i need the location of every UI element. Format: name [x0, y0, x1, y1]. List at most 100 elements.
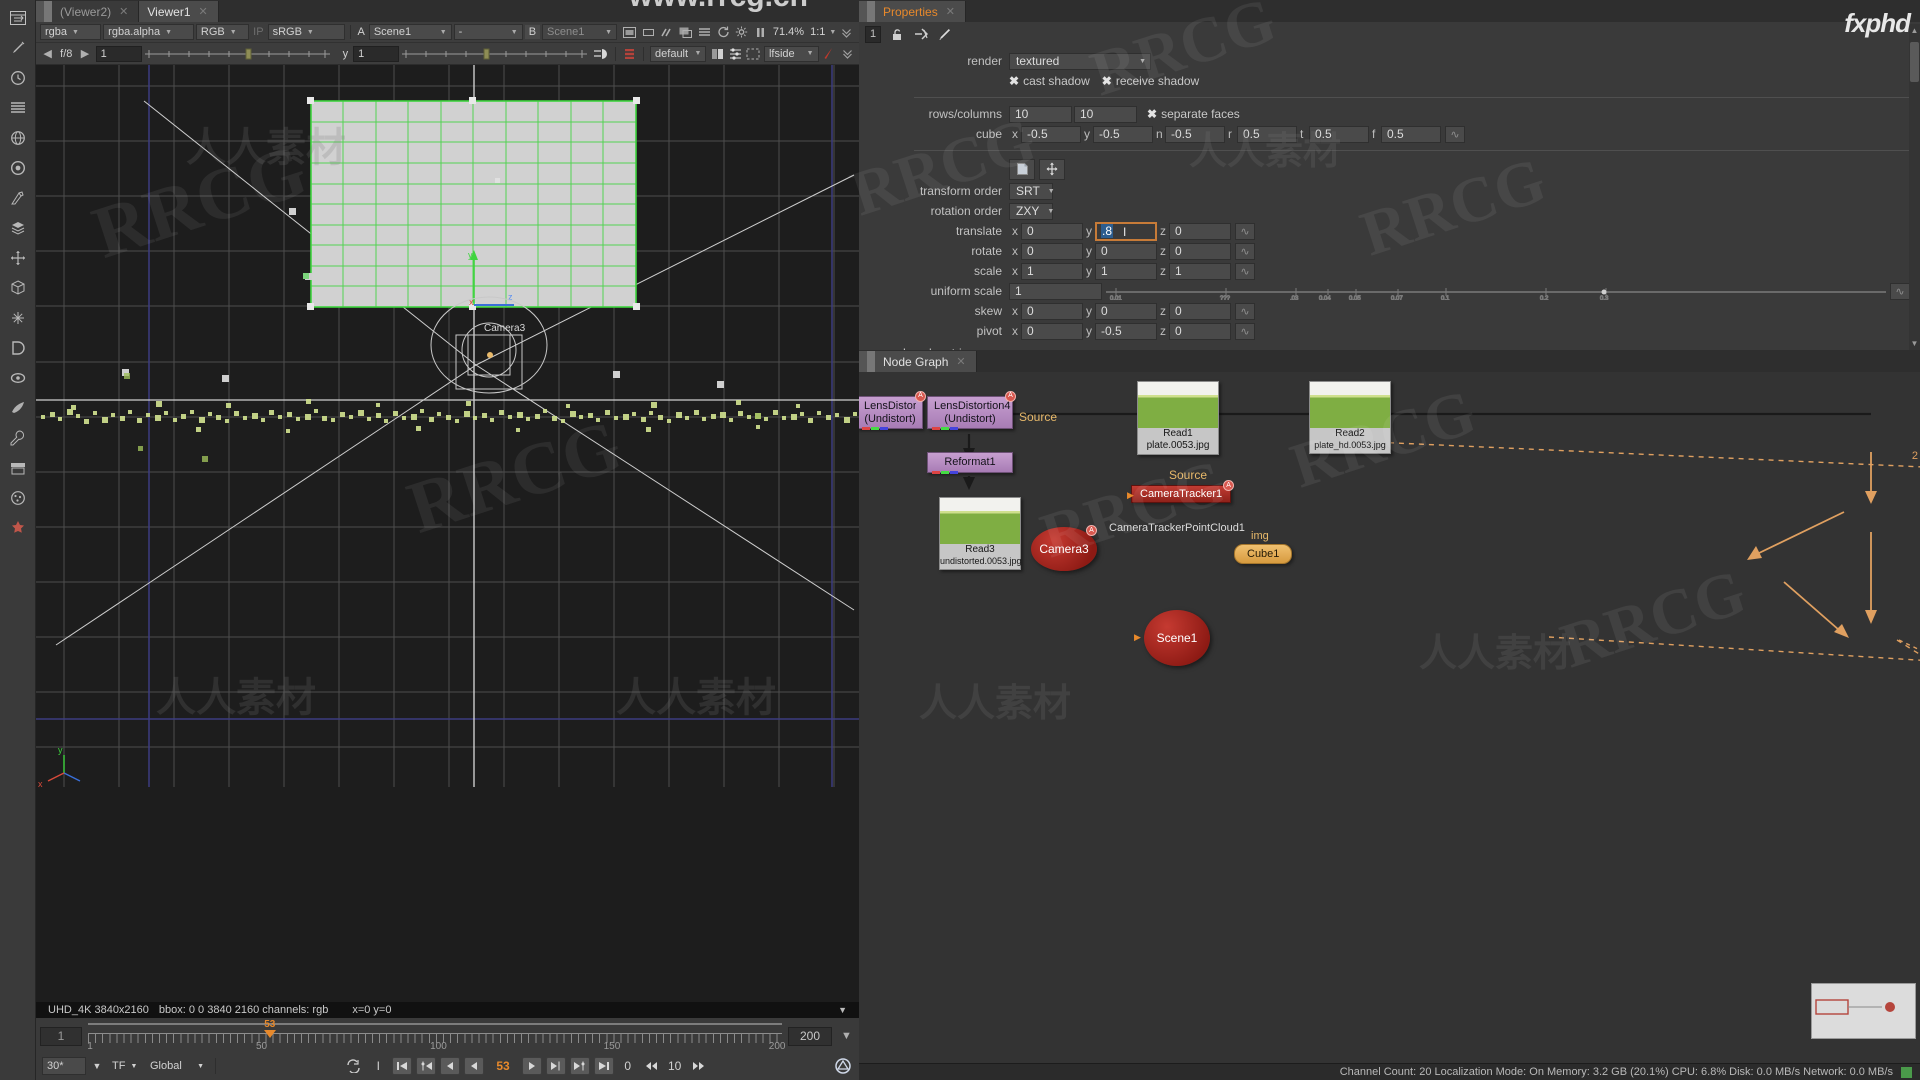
- step-back-button[interactable]: [642, 1057, 662, 1075]
- tab-viewer1[interactable]: Viewer1 ✕: [139, 1, 219, 22]
- particles-icon[interactable]: [4, 486, 32, 510]
- gain-next-icon[interactable]: ▶: [77, 46, 92, 62]
- sliders-icon[interactable]: [728, 46, 743, 62]
- cube-icon[interactable]: [4, 276, 32, 300]
- node-cameratracker1[interactable]: ▶ CameraTracker1 A: [1127, 480, 1235, 503]
- timecode-mode-select[interactable]: TF ▼: [108, 1057, 142, 1075]
- skew-y-input[interactable]: 0: [1095, 302, 1157, 320]
- skew-x-input[interactable]: 0: [1021, 302, 1083, 320]
- step-forward-button[interactable]: [688, 1057, 708, 1075]
- node-cameratracker1-box[interactable]: ▶ CameraTracker1 A: [1127, 480, 1235, 503]
- scroll-up-icon[interactable]: ▲: [1910, 26, 1919, 35]
- pivot-z-input[interactable]: 0: [1169, 322, 1231, 340]
- panel-grip-icon[interactable]: [36, 1, 52, 22]
- rows-input[interactable]: 10: [1009, 105, 1072, 123]
- panel-grip-icon[interactable]: [859, 1, 875, 22]
- fullframe-icon[interactable]: [621, 24, 638, 40]
- node-reformat1[interactable]: Reformat1: [927, 452, 1013, 474]
- paint-icon[interactable]: [4, 396, 32, 420]
- close-icon[interactable]: ✕: [946, 5, 955, 18]
- rotate-y-input[interactable]: 0: [1095, 242, 1157, 260]
- archive-icon[interactable]: [4, 456, 32, 480]
- properties-scrollbar[interactable]: ▲ ▼: [1909, 24, 1920, 350]
- node-scene1[interactable]: ▶ Scene1: [1134, 610, 1210, 666]
- side-select[interactable]: lfside ▼: [763, 45, 819, 62]
- uniform-scale-slider[interactable]: 0.01 ??? .03 0.04 0.05 0.07 0.1 0.2 0.3: [1106, 283, 1886, 302]
- timeline-playhead[interactable]: 53: [263, 1019, 276, 1038]
- proxy-icon[interactable]: [640, 24, 657, 40]
- layers-icon[interactable]: [4, 216, 32, 240]
- pencil-icon[interactable]: [936, 26, 953, 42]
- node-lensdistortion4-box[interactable]: LensDistortion4 (Undistort) A: [927, 391, 1016, 431]
- tab-node-graph[interactable]: Node Graph ✕: [875, 351, 977, 372]
- play-forward-button[interactable]: [521, 1057, 542, 1075]
- scale-y-input[interactable]: 1: [1095, 262, 1157, 280]
- node-error-badge[interactable]: A: [1086, 525, 1097, 536]
- uniform-scale-animation-button[interactable]: ∿: [1890, 282, 1910, 300]
- play-backward-button[interactable]: [464, 1057, 485, 1075]
- cast-shadow-checkbox[interactable]: ✖ cast shadow: [1009, 74, 1090, 88]
- layout-icon[interactable]: [4, 6, 32, 30]
- tab-viewer2[interactable]: (Viewer2) ✕: [52, 1, 140, 22]
- rotate-animation-button[interactable]: ∿: [1235, 242, 1255, 260]
- other-icon[interactable]: [4, 516, 32, 540]
- node-graph-minimap[interactable]: [1811, 983, 1916, 1039]
- zoom-level[interactable]: 71.4%: [771, 26, 806, 38]
- cube-x-input[interactable]: -0.5: [1021, 125, 1081, 143]
- marquee-icon[interactable]: [746, 46, 761, 62]
- sparkle-icon[interactable]: [4, 306, 32, 330]
- viewer-3d-canvas[interactable]: y z x Camera3 y x 人人素材 人人素材 人人素材: [36, 65, 859, 1002]
- close-icon[interactable]: ✕: [119, 5, 128, 18]
- translate-animation-button[interactable]: ∿: [1235, 222, 1255, 240]
- in-point-button[interactable]: I: [368, 1057, 388, 1075]
- pivot-y-input[interactable]: -0.5: [1095, 322, 1157, 340]
- scroll-down-icon[interactable]: ▼: [1910, 339, 1919, 348]
- rotation-order-select[interactable]: ZXY ▼: [1009, 202, 1054, 220]
- gear-icon[interactable]: [733, 24, 750, 40]
- fps-select[interactable]: 30*: [42, 1057, 86, 1075]
- chevron-down-icon[interactable]: ▼: [838, 1028, 855, 1044]
- clipboard-icon[interactable]: [709, 46, 724, 62]
- pen-icon[interactable]: [4, 36, 32, 60]
- skew-z-input[interactable]: 0: [1169, 302, 1231, 320]
- node-read2-box[interactable]: Read2 plate_hd.0053.jpg: [1309, 381, 1391, 454]
- node-camera3[interactable]: Camera3 A: [1031, 525, 1097, 571]
- node-cube1-box[interactable]: Cube1: [1234, 544, 1293, 564]
- receive-shadow-checkbox[interactable]: ✖ receive shadow: [1102, 74, 1199, 88]
- overlay-icon[interactable]: [677, 24, 694, 40]
- close-icon[interactable]: ✕: [956, 355, 965, 368]
- chevron-down-icon[interactable]: ▼: [829, 29, 836, 36]
- prev-keyframe-button[interactable]: [416, 1057, 437, 1075]
- timeline-start-input[interactable]: 1: [40, 1026, 82, 1046]
- node-read1[interactable]: Read1 plate.0053.jpg: [1137, 381, 1219, 455]
- rotate-z-input[interactable]: 0: [1169, 242, 1231, 260]
- expand-icon[interactable]: [840, 46, 855, 62]
- cube-y-input[interactable]: -0.5: [1093, 125, 1153, 143]
- close-icon[interactable]: ✕: [199, 5, 208, 18]
- node-scene1-sphere[interactable]: ▶ Scene1: [1134, 610, 1210, 666]
- node-read2[interactable]: Read2 plate_hd.0053.jpg: [1309, 381, 1391, 454]
- display-select[interactable]: RGB ▼: [195, 24, 250, 40]
- transform-order-select[interactable]: SRT ▼: [1009, 182, 1055, 200]
- copy-transform-button[interactable]: [1009, 158, 1035, 180]
- cube-n-input[interactable]: -0.5: [1165, 125, 1225, 143]
- loop-mode-icon[interactable]: [344, 1057, 364, 1075]
- go-to-end-button[interactable]: [593, 1057, 614, 1075]
- node-reformat1-box[interactable]: Reformat1: [927, 452, 1013, 474]
- channel-alpha-select[interactable]: rgba.alpha ▼: [103, 24, 194, 40]
- expand-icon[interactable]: [838, 24, 855, 40]
- node-lensdistortion1[interactable]: LensDistortion1 (Undistort) A: [859, 391, 926, 431]
- list-icon[interactable]: [4, 96, 32, 120]
- rotate-x-input[interactable]: 0: [1021, 242, 1083, 260]
- draw-icon[interactable]: [4, 186, 32, 210]
- zero-frame-display[interactable]: 0: [618, 1057, 638, 1075]
- skew-animation-button[interactable]: ∿: [1235, 302, 1255, 320]
- node-cube1[interactable]: Cube1: [1234, 544, 1293, 564]
- scale-z-input[interactable]: 1: [1169, 262, 1231, 280]
- pixel-ratio[interactable]: 1:1: [808, 26, 827, 38]
- roi-icon[interactable]: [658, 24, 675, 40]
- colorspace-select[interactable]: sRGB ▼: [267, 24, 345, 40]
- menu-lines-icon[interactable]: [696, 24, 713, 40]
- lock-icon[interactable]: [888, 26, 905, 42]
- cube-r-input[interactable]: 0.5: [1237, 125, 1297, 143]
